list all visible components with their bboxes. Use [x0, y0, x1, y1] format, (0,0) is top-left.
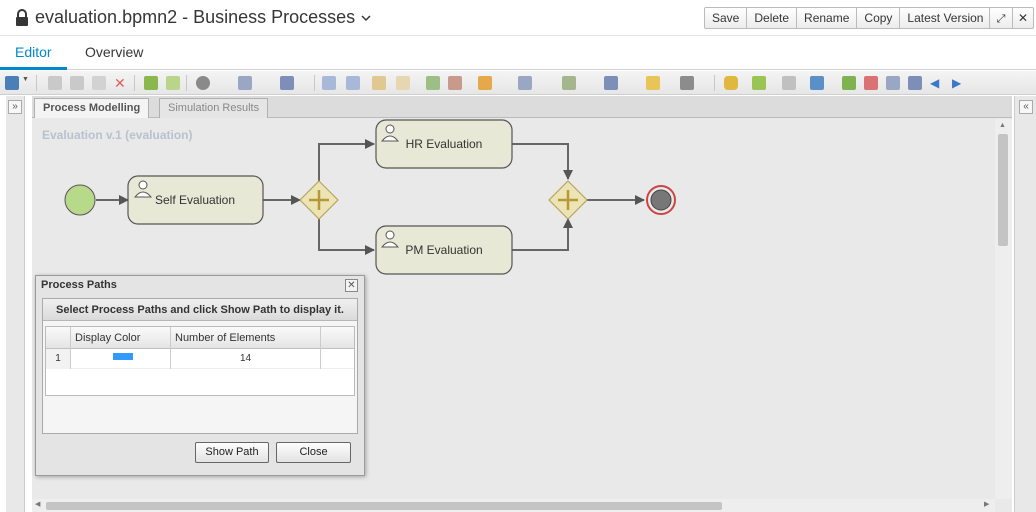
- right-panel: «: [1014, 96, 1036, 512]
- task-hr-label: HR Evaluation: [406, 137, 483, 151]
- group-icon[interactable]: [322, 76, 336, 90]
- flow-split-hr[interactable]: [318, 139, 375, 181]
- expand-right-icon[interactable]: «: [1019, 100, 1033, 114]
- zoom-out-icon[interactable]: [864, 76, 878, 90]
- zoom-in-icon[interactable]: [842, 76, 856, 90]
- scroll-right-icon[interactable]: ▶: [984, 500, 989, 508]
- dialog-close-icon[interactable]: ✕: [345, 279, 358, 292]
- file-actions: Save Delete Rename Copy Latest Version ▼: [704, 7, 1006, 29]
- table-row[interactable]: 1 14: [46, 349, 354, 369]
- row-count: 14: [171, 349, 321, 369]
- designer-toolbar: ▼ ✕ ◀ ▶: [0, 71, 1036, 95]
- process-paths-dialog: Process Paths ✕ Select Process Paths and…: [35, 275, 365, 476]
- scroll-left-icon[interactable]: ◀: [35, 500, 40, 508]
- save-button[interactable]: Save: [704, 7, 748, 29]
- tab-overview[interactable]: Overview: [85, 44, 143, 60]
- close-editor-button[interactable]: ✕: [1012, 7, 1034, 29]
- remove-shape-icon[interactable]: [448, 76, 462, 90]
- left-panel: »: [6, 96, 25, 512]
- row-color-cell: [71, 349, 171, 369]
- pencil-icon[interactable]: [752, 76, 766, 90]
- fit-icon[interactable]: [886, 76, 900, 90]
- wrench-icon[interactable]: [604, 76, 618, 90]
- flow-split-pm[interactable]: [318, 219, 375, 255]
- task-pm-label: PM Evaluation: [405, 243, 482, 257]
- task-hr-evaluation[interactable]: HR Evaluation: [375, 119, 513, 169]
- ungroup-icon[interactable]: [346, 76, 360, 90]
- horizontal-scrollbar[interactable]: ◀ ▶: [32, 499, 995, 512]
- page-title: evaluation.bpmn2 - Business Processes: [15, 7, 371, 28]
- expand-icon: ⤢: [996, 13, 1006, 25]
- dialog-instruction: Select Process Paths and click Show Path…: [43, 299, 357, 321]
- close-button[interactable]: Close: [276, 442, 351, 463]
- file-title: evaluation.bpmn2 - Business Processes: [35, 7, 356, 27]
- close-icon: ✕: [1017, 11, 1029, 25]
- flow-hr-join[interactable]: [512, 143, 573, 180]
- dialog-title: Process Paths: [41, 279, 117, 291]
- redo-icon[interactable]: [166, 76, 180, 90]
- align-icon[interactable]: [238, 76, 252, 90]
- scroll-up-icon[interactable]: ▲: [999, 122, 1006, 129]
- view-icon[interactable]: [518, 76, 532, 90]
- chevron-down-icon[interactable]: [361, 14, 371, 22]
- distribute-icon[interactable]: [280, 76, 294, 90]
- grid-header: Display Color Number of Elements: [46, 327, 354, 349]
- color-swatch: [113, 353, 133, 360]
- expand-left-icon[interactable]: »: [8, 100, 22, 114]
- copy-icon[interactable]: [70, 76, 84, 90]
- lock-icon: [16, 8, 28, 26]
- editor-tabs: Editor Overview: [0, 36, 1036, 70]
- start-event[interactable]: [64, 184, 96, 216]
- grid-header-color[interactable]: Display Color: [71, 327, 171, 349]
- add-shape-icon[interactable]: [426, 76, 440, 90]
- horizontal-scroll-thumb[interactable]: [46, 502, 722, 510]
- move-icon[interactable]: [782, 76, 796, 90]
- rename-button[interactable]: Rename: [796, 7, 858, 29]
- dialog-body: Select Process Paths and click Show Path…: [42, 298, 358, 434]
- undo-icon[interactable]: [144, 76, 158, 90]
- clock-icon[interactable]: [196, 76, 210, 90]
- grid-header-index: [46, 327, 71, 349]
- color-icon[interactable]: [478, 76, 492, 90]
- show-path-button[interactable]: Show Path: [195, 442, 269, 463]
- paste-icon[interactable]: [92, 76, 106, 90]
- tab-simulation-results[interactable]: Simulation Results: [159, 98, 269, 118]
- title-bar: evaluation.bpmn2 - Business Processes Sa…: [0, 0, 1036, 36]
- version-label: Latest Version: [907, 11, 984, 25]
- arrow-left-icon[interactable]: ◀: [930, 76, 944, 90]
- tab-editor[interactable]: Editor: [0, 44, 66, 70]
- caret-down-icon[interactable]: ▼: [22, 76, 30, 90]
- warning-icon[interactable]: [646, 76, 660, 90]
- cut-icon[interactable]: [48, 76, 62, 90]
- arrow-right-icon[interactable]: ▶: [952, 76, 966, 90]
- row-index: 1: [46, 349, 71, 369]
- parallel-gateway-split[interactable]: [299, 180, 339, 220]
- paths-grid: Display Color Number of Elements 1 14: [45, 326, 355, 396]
- canvas-tabs: Process Modelling Simulation Results: [32, 96, 1012, 118]
- window-actions: ⤢ ✕: [989, 7, 1034, 29]
- maximize-button[interactable]: ⤢: [989, 7, 1013, 29]
- delete-button[interactable]: Delete: [746, 7, 798, 29]
- delete-icon[interactable]: ✕: [114, 76, 128, 90]
- unlock-tool-icon[interactable]: [396, 76, 410, 90]
- export-icon[interactable]: [562, 76, 576, 90]
- tab-process-modelling[interactable]: Process Modelling: [34, 98, 150, 118]
- lock-tool-icon[interactable]: [372, 76, 386, 90]
- vertical-scrollbar[interactable]: ▲: [995, 119, 1012, 499]
- film-icon[interactable]: [680, 76, 694, 90]
- end-event[interactable]: [646, 185, 676, 215]
- save-svg-icon[interactable]: [810, 76, 824, 90]
- task-self-evaluation[interactable]: Self Evaluation: [127, 175, 264, 225]
- database-icon[interactable]: [724, 76, 738, 90]
- parallel-gateway-join[interactable]: [548, 180, 588, 220]
- task-pm-evaluation[interactable]: PM Evaluation: [375, 225, 513, 275]
- vertical-scroll-thumb[interactable]: [998, 134, 1008, 246]
- fullscreen-icon[interactable]: [908, 76, 922, 90]
- grid-header-count[interactable]: Number of Elements: [171, 327, 321, 349]
- task-self-label: Self Evaluation: [155, 193, 235, 207]
- copy-button[interactable]: Copy: [856, 7, 901, 29]
- save-icon[interactable]: [5, 76, 19, 90]
- flow-pm-join[interactable]: [512, 218, 573, 251]
